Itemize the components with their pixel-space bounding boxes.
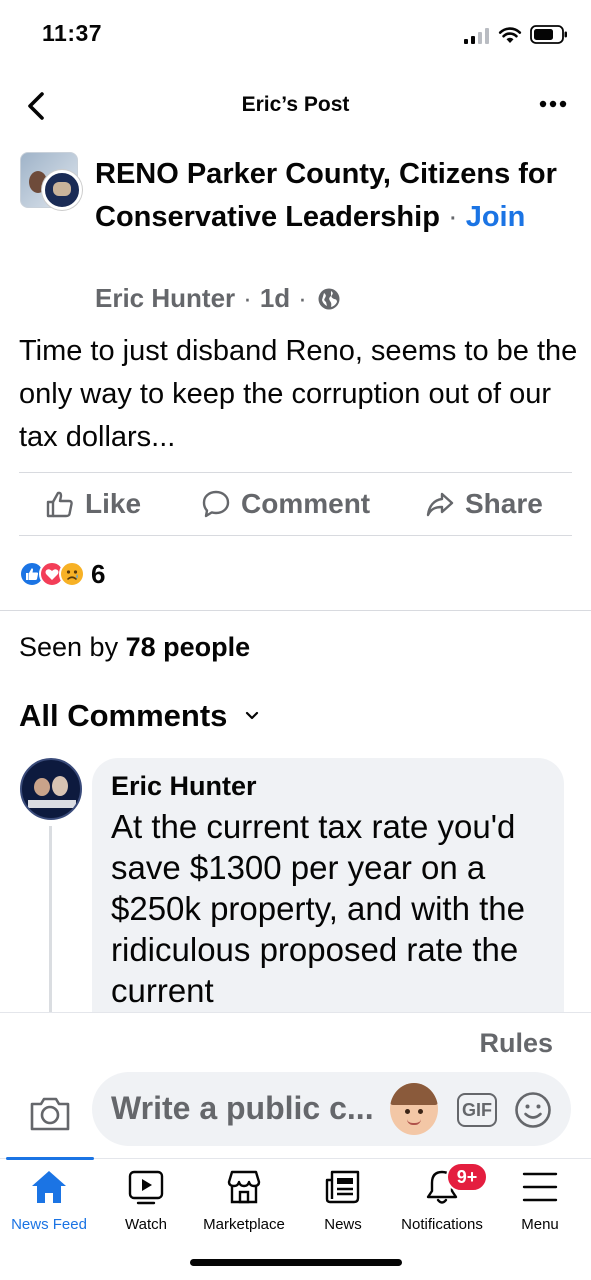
comment-author[interactable]: Eric Hunter <box>111 771 257 802</box>
news-icon <box>325 1170 360 1204</box>
battery-icon <box>530 25 567 44</box>
post-action-bar: Like Comment Share <box>19 474 572 534</box>
chevron-down-icon <box>246 711 259 720</box>
like-button[interactable]: Like <box>45 488 141 520</box>
nav-label: Watch <box>125 1216 167 1233</box>
comment-text: At the current tax rate you'd save $1300… <box>111 808 525 1009</box>
cellular-signal-icon <box>464 28 489 44</box>
share-icon <box>426 492 454 517</box>
comments-filter[interactable]: All Comments <box>19 698 259 734</box>
camera-icon[interactable] <box>28 1093 72 1133</box>
marketplace-icon <box>227 1170 261 1204</box>
nav-label: Marketplace <box>203 1216 285 1233</box>
divider <box>19 472 572 473</box>
seen-by[interactable]: Seen by 78 people <box>19 632 250 663</box>
commenter-avatar[interactable] <box>20 758 82 820</box>
sad-reaction-icon <box>59 561 85 587</box>
wifi-icon <box>498 27 522 43</box>
status-bar: 11:37 <box>0 0 591 70</box>
rules-link[interactable]: Rules <box>479 1028 553 1059</box>
comment-button[interactable]: Comment <box>201 488 370 520</box>
post-timestamp[interactable]: 1d <box>260 283 290 314</box>
nav-label: Notifications <box>401 1216 483 1233</box>
share-label: Share <box>465 488 543 519</box>
meta-separator: · <box>243 283 252 313</box>
status-time: 11:37 <box>42 20 103 46</box>
nav-label: News <box>324 1216 362 1233</box>
author-avatar[interactable] <box>42 170 82 210</box>
menu-icon <box>522 1172 558 1202</box>
avatar-sticker-button[interactable] <box>390 1083 438 1135</box>
globe-icon <box>318 288 340 309</box>
nav-marketplace[interactable]: Marketplace <box>189 1168 299 1233</box>
gif-button[interactable]: GIF <box>457 1093 497 1127</box>
more-options-icon[interactable] <box>539 96 567 112</box>
nav-news-feed[interactable]: News Feed <box>0 1168 104 1233</box>
comment-thread-line <box>49 826 52 1016</box>
active-tab-indicator <box>6 1157 94 1160</box>
post-author[interactable]: Eric Hunter <box>95 283 235 314</box>
reaction-count: 6 <box>91 558 106 589</box>
nav-news[interactable]: News <box>288 1168 398 1233</box>
home-indicator[interactable] <box>190 1259 402 1266</box>
home-icon <box>32 1171 66 1203</box>
share-button[interactable]: Share <box>425 488 543 520</box>
post-body: Time to just disband Reno, seems to be t… <box>19 335 578 453</box>
emoji-icon[interactable] <box>514 1091 552 1129</box>
separator: · <box>439 201 466 233</box>
comment-icon <box>202 490 230 518</box>
notification-badge: 9+ <box>446 1162 488 1192</box>
join-link[interactable]: Join <box>466 201 526 233</box>
page-title: Eric’s Post <box>241 93 350 116</box>
comment-input-placeholder: Write a public c... <box>111 1090 374 1126</box>
seen-by-prefix: Seen by <box>19 632 119 662</box>
like-label: Like <box>85 488 142 519</box>
post-meta: Eric Hunter · 1d · <box>95 283 341 314</box>
reactions-summary[interactable]: 6 <box>19 558 105 590</box>
divider <box>19 535 572 536</box>
like-icon <box>46 491 73 518</box>
meta-separator: · <box>298 283 307 313</box>
post-header-bar: Eric’s Post <box>0 78 591 134</box>
nav-label: Menu <box>521 1216 559 1233</box>
nav-menu[interactable]: Menu <box>485 1168 591 1233</box>
section-divider <box>0 610 591 611</box>
seen-by-count: 78 people <box>125 632 251 662</box>
watch-icon <box>128 1170 164 1205</box>
comment-label: Comment <box>241 488 371 519</box>
group-name: RENO Parker County, Citizens for Conserv… <box>95 153 565 239</box>
nav-watch[interactable]: Watch <box>91 1168 201 1233</box>
comments-filter-label: All Comments <box>19 698 228 733</box>
nav-label: News Feed <box>11 1216 87 1233</box>
